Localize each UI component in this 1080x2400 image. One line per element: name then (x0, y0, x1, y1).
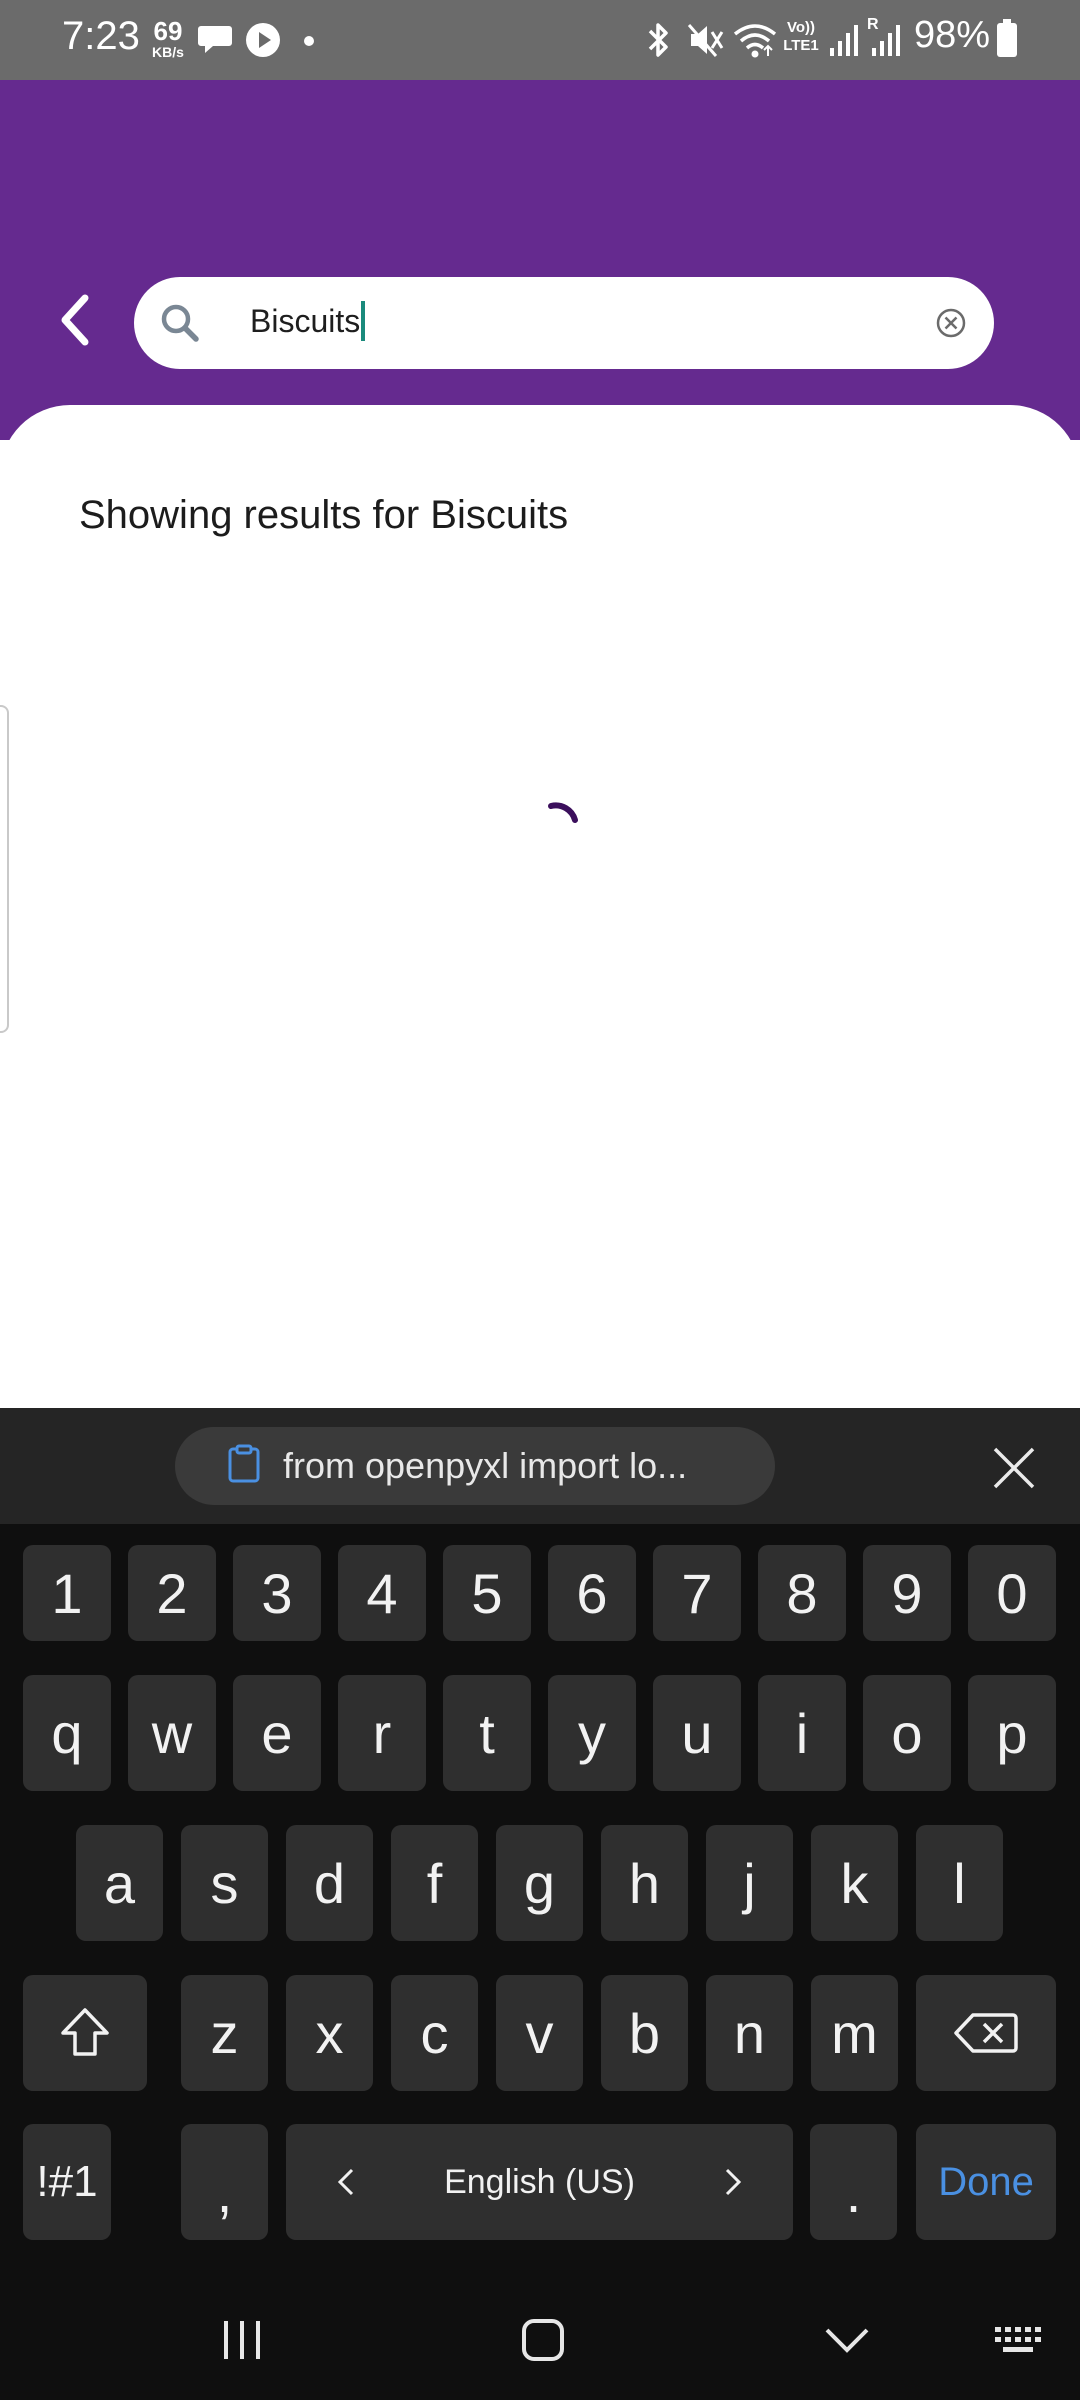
lte-label: LTE1 (783, 37, 819, 54)
shift-key[interactable] (23, 1975, 147, 2091)
network-speed: 69 KB/s (146, 18, 190, 59)
key-3[interactable]: 3 (233, 1545, 321, 1641)
network-speed-value: 69 (153, 16, 183, 46)
keyboard-language: English (US) (444, 2162, 635, 2201)
key-b[interactable]: b (601, 1975, 688, 2091)
chat-bubble-icon (197, 22, 233, 61)
recent-apps-button[interactable] (202, 2310, 282, 2370)
key-h[interactable]: h (601, 1825, 688, 1941)
loading-spinner (535, 800, 585, 855)
search-header (0, 80, 1080, 440)
battery-percentage: 98% (914, 14, 991, 56)
close-clipboard-button[interactable] (990, 1444, 1038, 1497)
key-v[interactable]: v (496, 1975, 583, 2091)
key-t[interactable]: t (443, 1675, 531, 1791)
key-o[interactable]: o (863, 1675, 951, 1791)
symbols-key[interactable]: !#1 (23, 2124, 111, 2240)
key-2[interactable]: 2 (128, 1545, 216, 1641)
clipboard-text: from openpyxl import lo... (283, 1445, 688, 1486)
key-5[interactable]: 5 (443, 1545, 531, 1641)
navigation-bar (0, 2280, 1080, 2400)
key-l[interactable]: l (916, 1825, 1003, 1941)
key-q[interactable]: q (23, 1675, 111, 1791)
key-g[interactable]: g (496, 1825, 583, 1941)
home-button[interactable] (503, 2310, 583, 2370)
key-4[interactable]: 4 (338, 1545, 426, 1641)
comma-key[interactable]: , (181, 2124, 268, 2240)
side-drawer-edge[interactable] (0, 705, 9, 1033)
key-8[interactable]: 8 (758, 1545, 846, 1641)
clear-search-button[interactable] (930, 302, 972, 349)
status-time: 7:23 (62, 14, 140, 58)
screen: 7:23 69 KB/s Vo)) LTE1 R 98% Biscuits Sh… (0, 0, 1080, 2400)
key-a[interactable]: a (76, 1825, 163, 1941)
keyboard-icon (995, 2327, 1041, 2352)
backspace-key[interactable] (916, 1975, 1056, 2091)
key-p[interactable]: p (968, 1675, 1056, 1791)
clear-icon (936, 308, 966, 338)
search-icon (156, 299, 204, 352)
key-6[interactable]: 6 (548, 1545, 636, 1641)
key-c[interactable]: c (391, 1975, 478, 2091)
network-speed-unit: KB/s (152, 44, 184, 60)
shift-icon (61, 2008, 109, 2056)
key-n[interactable]: n (706, 1975, 793, 2091)
key-y[interactable]: y (548, 1675, 636, 1791)
mute-icon (686, 20, 726, 65)
key-k[interactable]: k (811, 1825, 898, 1941)
wifi-icon (733, 20, 777, 65)
key-i[interactable]: i (758, 1675, 846, 1791)
key-w[interactable]: w (128, 1675, 216, 1791)
results-panel: Showing results for Biscuits (0, 405, 1080, 1410)
key-r[interactable]: r (338, 1675, 426, 1791)
status-bar: 7:23 69 KB/s Vo)) LTE1 R 98% (0, 0, 1080, 80)
volte-label: Vo)) (786, 19, 816, 36)
search-query: Biscuits (250, 302, 361, 339)
text-caret (361, 301, 366, 341)
clipboard-suggestion-chip[interactable]: from openpyxl import lo... (175, 1427, 775, 1505)
key-d[interactable]: d (286, 1825, 373, 1941)
clipboard-icon (227, 1444, 261, 1489)
play-icon (245, 22, 281, 63)
key-e[interactable]: e (233, 1675, 321, 1791)
close-icon (993, 1447, 1035, 1489)
key-u[interactable]: u (653, 1675, 741, 1791)
home-icon (522, 2319, 564, 2361)
backspace-icon (954, 2013, 1018, 2053)
chevron-left-icon (61, 294, 89, 346)
battery-icon (996, 18, 1018, 63)
key-7[interactable]: 7 (653, 1545, 741, 1641)
bluetooth-icon (644, 20, 674, 65)
keyboard-switch-button[interactable] (978, 2310, 1058, 2370)
key-0[interactable]: 0 (968, 1545, 1056, 1641)
search-input[interactable]: Biscuits (250, 301, 366, 341)
chevron-down-icon (825, 2328, 869, 2353)
back-button[interactable] (44, 280, 104, 360)
volte-indicator: Vo)) LTE1 (780, 20, 822, 53)
recent-apps-icon (224, 2321, 260, 2359)
key-f[interactable]: f (391, 1825, 478, 1941)
key-9[interactable]: 9 (863, 1545, 951, 1641)
done-key[interactable]: Done (916, 2124, 1056, 2240)
search-bar[interactable]: Biscuits (134, 277, 994, 369)
space-key[interactable]: English (US) (286, 2124, 793, 2240)
roaming-label: R (867, 16, 879, 33)
results-message: Showing results for Biscuits (79, 493, 569, 537)
chevron-left-icon (337, 2168, 354, 2196)
notification-dot-icon (303, 34, 315, 52)
key-x[interactable]: x (286, 1975, 373, 2091)
signal-icon (828, 22, 860, 63)
signal-roaming-icon: R (866, 16, 902, 63)
period-key[interactable]: . (810, 2124, 897, 2240)
key-j[interactable]: j (706, 1825, 793, 1941)
key-s[interactable]: s (181, 1825, 268, 1941)
hide-keyboard-button[interactable] (807, 2310, 887, 2370)
key-m[interactable]: m (811, 1975, 898, 2091)
chevron-right-icon (725, 2168, 742, 2196)
key-z[interactable]: z (181, 1975, 268, 2091)
keyboard: from openpyxl import lo... !#1 , English… (0, 1408, 1080, 2400)
clipboard-suggestion-bar: from openpyxl import lo... (0, 1408, 1080, 1524)
key-1[interactable]: 1 (23, 1545, 111, 1641)
